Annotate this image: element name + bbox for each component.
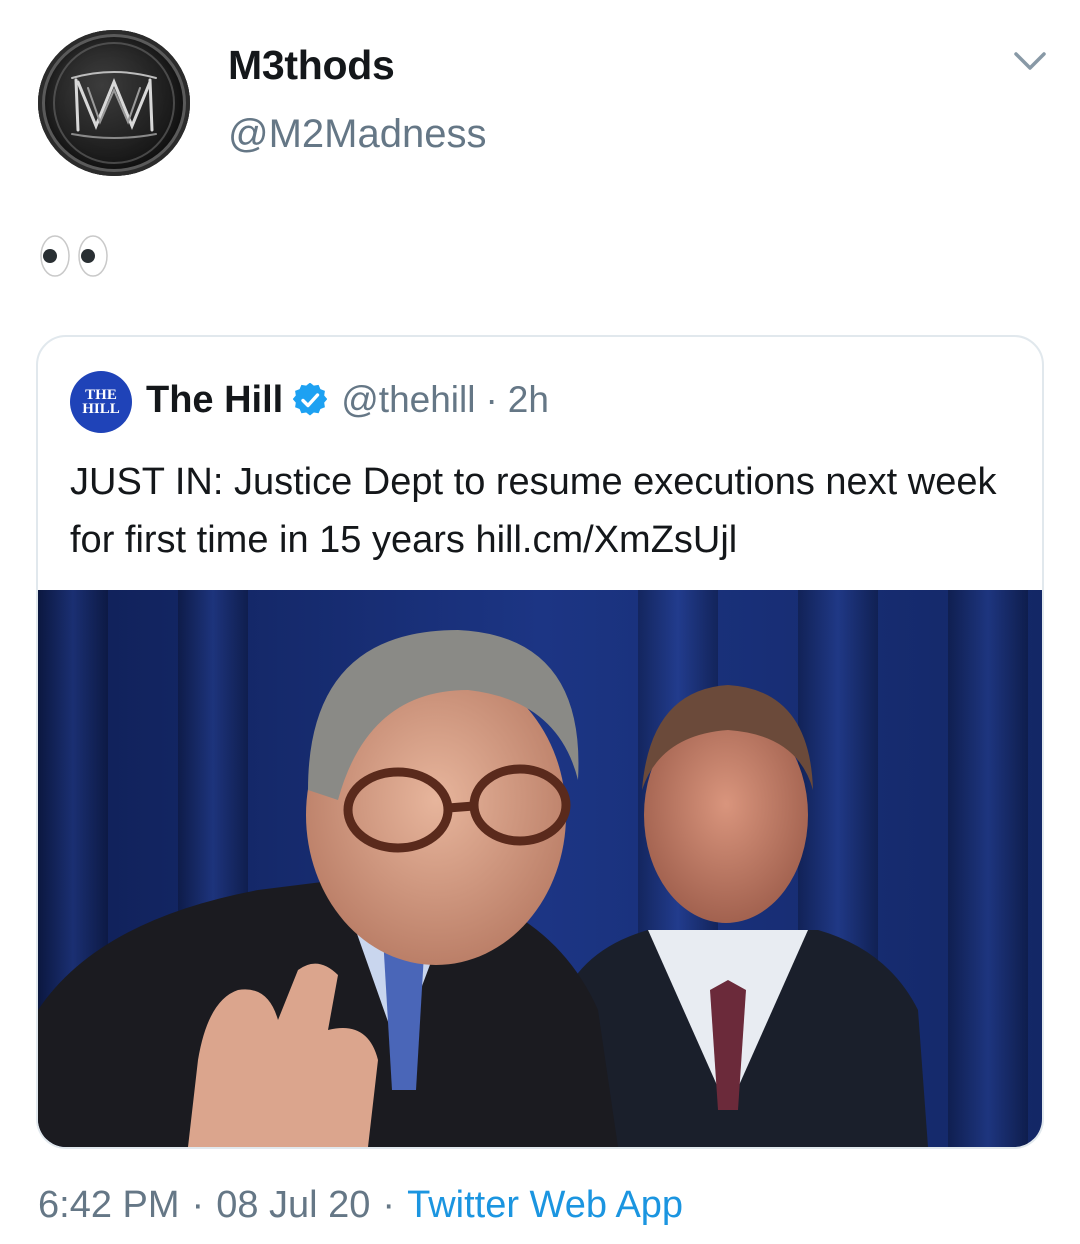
- tweet-time[interactable]: 6:42 PM: [38, 1184, 180, 1227]
- footer-separator: ·: [191, 1184, 205, 1226]
- author-handle[interactable]: @M2Madness: [228, 112, 486, 157]
- tweet-detail: M3thods @M2Madness THE HILL The Hill @th…: [0, 0, 1080, 1244]
- avatar-text-hill: HILL: [82, 401, 120, 417]
- m-monogram-logo: [53, 42, 175, 164]
- quoted-author-name[interactable]: The Hill: [146, 379, 283, 422]
- tweet-source-link[interactable]: Twitter Web App: [407, 1184, 683, 1227]
- the-hill-avatar[interactable]: THE HILL: [70, 371, 132, 433]
- photo-man-with-glasses-at-podium: [38, 590, 1042, 1147]
- quoted-tweet-time[interactable]: 2h: [508, 379, 549, 421]
- quoted-tweet-card[interactable]: THE HILL The Hill @thehill · 2h JUST IN:…: [36, 335, 1044, 1149]
- eyes-emoji: [40, 235, 108, 277]
- tweet-date[interactable]: 08 Jul 20: [216, 1184, 370, 1227]
- avatar-text-the: THE: [85, 387, 117, 403]
- chevron-down-icon[interactable]: [1010, 46, 1050, 76]
- quoted-author-handle[interactable]: @thehill: [341, 379, 475, 421]
- footer-separator-2: ·: [382, 1184, 396, 1226]
- author-avatar[interactable]: [38, 30, 190, 176]
- quoted-tweet-header: The Hill @thehill · 2h: [146, 375, 549, 425]
- author-display-name[interactable]: M3thods: [228, 42, 395, 89]
- header-separator: ·: [485, 379, 498, 420]
- quoted-tweet-text: JUST IN: Justice Dept to resume executio…: [70, 461, 997, 561]
- verified-badge-icon: [293, 383, 328, 416]
- quoted-tweet-photo[interactable]: [38, 590, 1042, 1147]
- tweet-footer: 6:42 PM · 08 Jul 20 · Twitter Web App: [38, 1184, 683, 1227]
